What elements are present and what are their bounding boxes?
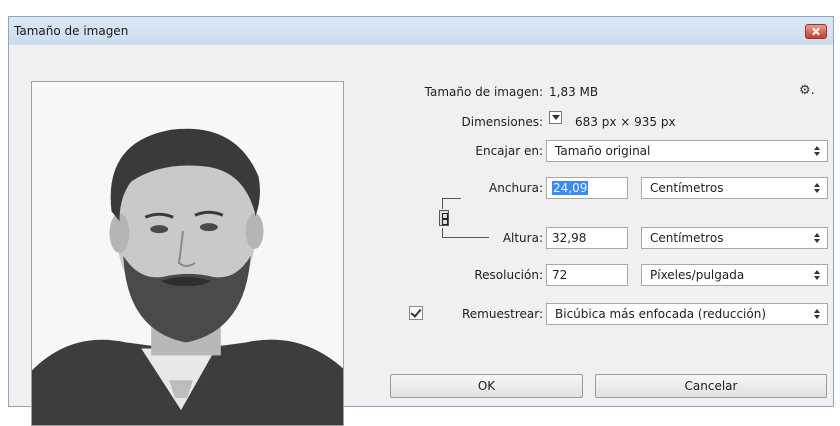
ok-button[interactable]: OK [390, 374, 583, 398]
resample-method-select[interactable]: Bicúbica más enfocada (reducción) [546, 303, 828, 325]
resample-label: Remuestrear: [462, 307, 543, 321]
resolution-unit-value: Píxeles/pulgada [650, 268, 745, 282]
image-size-value: 1,83 MB [549, 85, 599, 99]
height-unit-select[interactable]: Centímetros [641, 227, 828, 249]
dimensions-label: Dimensiones: [461, 115, 543, 129]
width-input[interactable]: 24,09 [546, 177, 628, 199]
select-arrows-icon [814, 181, 821, 195]
resample-method-value: Bicúbica más enfocada (reducción) [555, 307, 767, 321]
resolution-unit-select[interactable]: Píxeles/pulgada [641, 264, 828, 286]
width-label: Anchura: [489, 181, 543, 195]
width-unit-select[interactable]: Centímetros [641, 177, 828, 199]
image-preview[interactable] [31, 81, 344, 426]
dialog-title: Tamaño de imagen [14, 24, 129, 38]
fit-to-value: Tamaño original [555, 144, 651, 158]
select-arrows-icon [814, 268, 821, 282]
fit-to-select[interactable]: Tamaño original [546, 140, 828, 162]
width-value: 24,09 [552, 181, 589, 195]
select-arrows-icon [814, 307, 821, 321]
title-bar[interactable]: Tamaño de imagen [9, 17, 833, 45]
cancel-button[interactable]: Cancelar [595, 374, 827, 398]
constrain-bracket-top [442, 198, 461, 209]
image-size-dialog: Tamaño de imagen Tamaño de imagen: 1,83 … [8, 16, 834, 426]
resolution-value: 72 [552, 268, 568, 282]
dimensions-value: 683 px × 935 px [575, 115, 676, 129]
select-arrows-icon [814, 144, 821, 158]
fit-to-label: Encajar en: [475, 144, 543, 158]
image-size-label: Tamaño de imagen: [424, 85, 543, 99]
height-unit-value: Centímetros [650, 231, 724, 245]
resolution-label: Resolución: [474, 268, 543, 282]
chain-link-icon[interactable] [439, 210, 449, 226]
dropdown-toggle-icon[interactable] [549, 111, 562, 124]
width-unit-value: Centímetros [650, 181, 724, 195]
gear-icon[interactable]: ⚙. [799, 83, 815, 98]
select-arrows-icon [814, 231, 821, 245]
close-button[interactable] [805, 24, 827, 39]
portrait-photo [32, 82, 343, 425]
height-input[interactable]: 32,98 [546, 227, 628, 249]
height-value: 32,98 [552, 231, 587, 245]
height-label: Altura: [502, 231, 543, 245]
dialog-body: Tamaño de imagen: 1,83 MB ⚙. Dimensiones… [9, 45, 833, 426]
resolution-input[interactable]: 72 [546, 264, 628, 286]
